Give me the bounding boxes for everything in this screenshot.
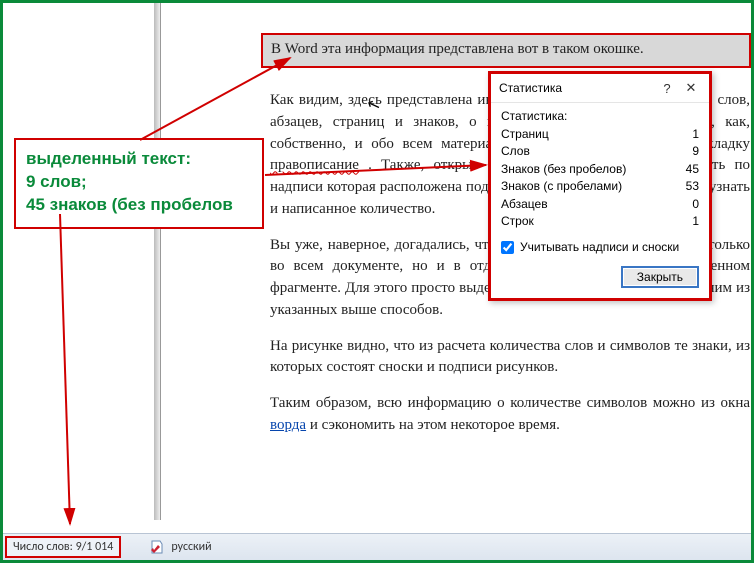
stats-row: Страниц1: [501, 126, 699, 143]
doc-p4-a: Таким образом, всю информацию о количест…: [270, 395, 750, 411]
include-footnotes-checkbox[interactable]: [501, 241, 514, 254]
status-language[interactable]: русский: [149, 539, 211, 555]
annotation-line2: 9 слов;: [26, 171, 252, 194]
status-language-label: русский: [171, 540, 211, 554]
doc-link-worda[interactable]: ворда: [270, 417, 306, 433]
doc-wavy-2: правописание: [270, 157, 359, 173]
doc-p4-b: и сэкономить на этом некоторое время.: [310, 417, 560, 433]
stats-row: Слов9: [501, 143, 699, 160]
stats-row: Абзацев0: [501, 196, 699, 213]
statistics-dialog: Статистика ? ✕ Статистика: Страниц1 Слов…: [488, 71, 712, 301]
annotation-callout: выделенный текст: 9 слов; 45 знаков (без…: [14, 138, 264, 229]
stats-row: Строк1: [501, 213, 699, 230]
dialog-section-header: Статистика:: [501, 109, 699, 123]
stats-row: Знаков (с пробелами)53: [501, 178, 699, 195]
doc-p3: На рисунке видно, что из расчета количес…: [270, 336, 750, 380]
close-icon[interactable]: ✕: [679, 78, 703, 98]
dialog-titlebar[interactable]: Статистика ? ✕: [491, 74, 709, 103]
annotation-line3: 45 знаков (без пробелов: [26, 194, 252, 217]
status-bar: Число слов: 9/1 014 русский: [3, 533, 751, 560]
highlighted-sentence[interactable]: В Word эта информация представлена вот в…: [261, 33, 751, 68]
stats-row: Знаков (без пробелов)45: [501, 161, 699, 178]
status-wordcount[interactable]: Число слов: 9/1 014: [5, 536, 121, 558]
help-button[interactable]: ?: [655, 78, 679, 98]
dialog-title: Статистика: [499, 81, 655, 95]
proofing-icon[interactable]: [149, 539, 165, 555]
include-footnotes-label: Учитывать надписи и сноски: [520, 240, 679, 254]
close-button[interactable]: Закрыть: [621, 266, 699, 288]
annotation-line1: выделенный текст:: [26, 148, 252, 171]
highlighted-sentence-text: В Word эта информация представлена вот в…: [271, 41, 644, 57]
